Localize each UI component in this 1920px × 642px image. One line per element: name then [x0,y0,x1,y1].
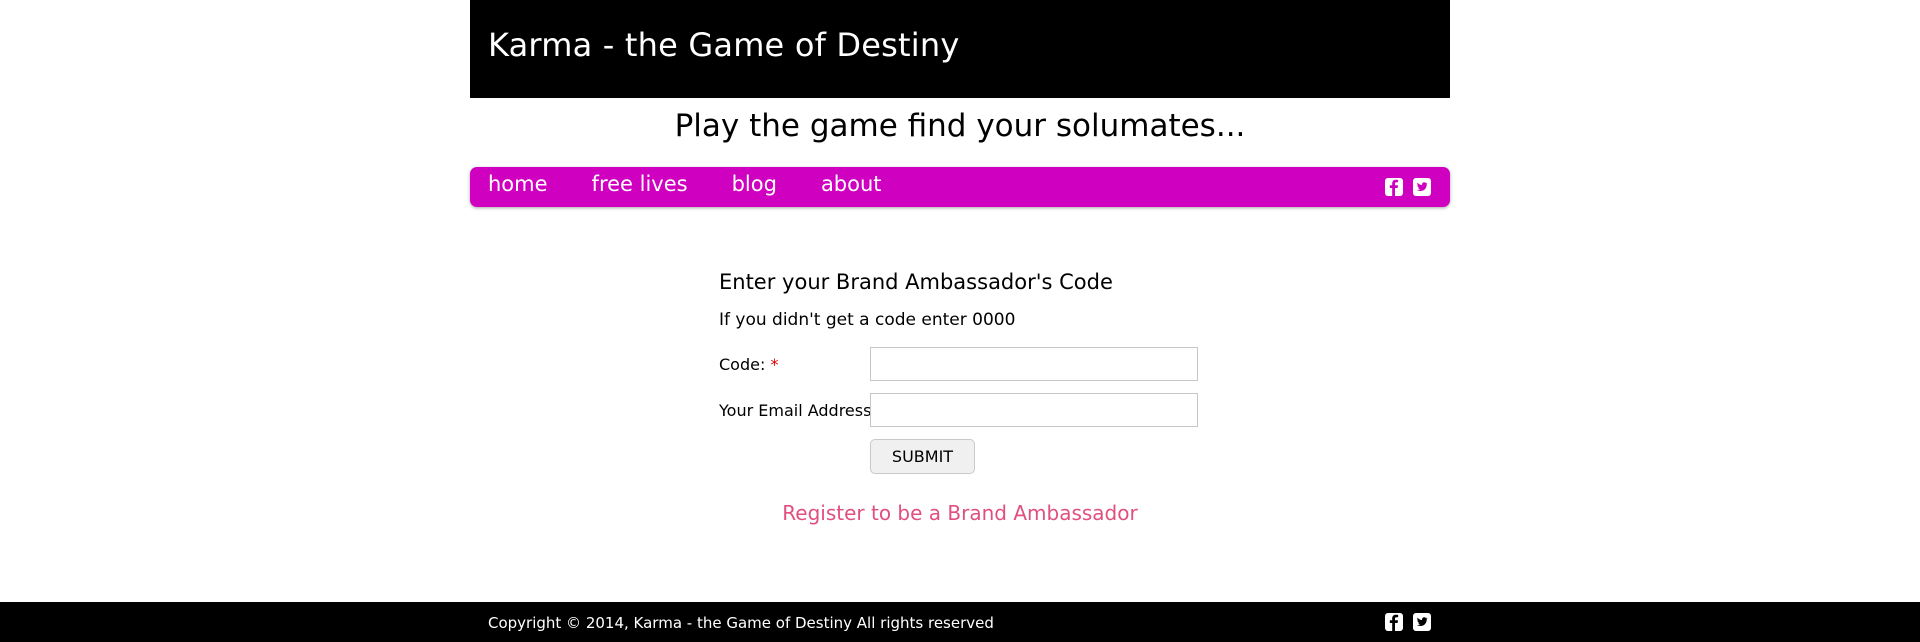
twitter-icon[interactable] [1412,177,1432,197]
copyright-text: Copyright © 2014, Karma - the Game of De… [488,614,994,632]
twitter-icon[interactable] [1412,612,1432,632]
nav-item-free-lives[interactable]: free lives [592,172,688,196]
form-heading: Enter your Brand Ambassador's Code [719,270,1113,294]
nav-item-blog[interactable]: blog [732,172,777,196]
submit-button[interactable]: SUBMIT [870,439,975,474]
nav-links: home free lives blog about [488,172,926,196]
code-label-text: Code: [719,355,766,374]
form-hint: If you didn't get a code enter 0000 [719,310,1016,330]
code-input[interactable] [870,347,1198,381]
footer-social-links [1384,612,1450,632]
facebook-icon[interactable] [1384,177,1404,197]
register-ambassador-link[interactable]: Register to be a Brand Ambassador [0,501,1920,525]
email-input[interactable] [870,393,1198,427]
email-label-text: Your Email Address: [719,401,877,420]
nav-item-home[interactable]: home [488,172,548,196]
site-footer: Copyright © 2014, Karma - the Game of De… [0,602,1920,642]
code-label: Code: * [719,355,778,374]
nav-social-links [1384,177,1432,197]
nav-item-about[interactable]: about [821,172,882,196]
email-label: Your Email Address: * [719,401,890,420]
site-header: Karma - the Game of Destiny [470,0,1450,98]
required-mark: * [770,355,779,374]
tagline: Play the game find your solumates... [674,108,1246,144]
site-title[interactable]: Karma - the Game of Destiny [488,26,960,64]
facebook-icon[interactable] [1384,612,1404,632]
main-nav: home free lives blog about [470,167,1450,207]
